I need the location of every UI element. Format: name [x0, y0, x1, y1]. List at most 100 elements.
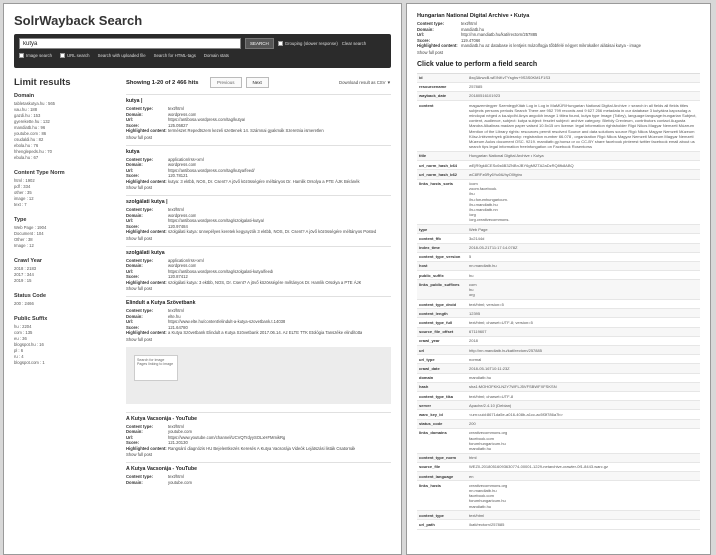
search-button[interactable]: SEARCH: [245, 38, 274, 49]
show-full-post-link[interactable]: Show full post: [126, 135, 391, 140]
field-row: server Apache/2.4.10 (Debian): [417, 401, 700, 411]
field-name: hash: [419, 384, 429, 390]
field-label: Highlighted content:: [417, 43, 458, 48]
facet-group: Domain tabletaskutya.hu : 565 vau.hu : 188…: [14, 93, 120, 161]
facet-value[interactable]: ebula.hu : 67: [14, 155, 120, 161]
facet-group: Public Suffix hu : 2204 com : 135 eu : 36 bl…: [14, 316, 120, 366]
field-value[interactable]: 2018-05-16T10:11:23Z: [467, 364, 512, 372]
field-value[interactable]: WEZ0-20180516093630774-00001-1229-netarc…: [467, 463, 610, 471]
field-value[interactable]: 8xq3ArwcB.wE/NKvTYsghs+9S3S0KM1F1S3: [467, 74, 552, 82]
field-value[interactable]: 2018: [467, 337, 480, 345]
field-value[interactable]: Web Page: [467, 225, 490, 233]
field-value[interactable]: 5: [467, 253, 473, 261]
field-value[interactable]: 3c2144d: [467, 234, 486, 242]
field-value[interactable]: 200: [467, 420, 478, 428]
image-search-checkbox[interactable]: Image search: [19, 53, 52, 58]
field-value[interactable]: 257885: [467, 83, 484, 91]
result-title[interactable]: szolgálati kutya: [126, 250, 391, 256]
field-value: szolgálati kutya: ünnepélyes keretek keg…: [168, 229, 377, 234]
field-value[interactable]: creativecommons.org nn.mandiatb.hu faceb…: [467, 481, 509, 510]
show-full-post-link[interactable]: Show full post: [126, 236, 391, 241]
field-value[interactable]: /com zoom.facebook. /hu /hu.forumhungari…: [467, 180, 511, 225]
previous-button[interactable]: Previous: [210, 77, 242, 88]
field-value[interactable]: Hungarian National Digital Archive • Kut…: [467, 152, 546, 160]
field-value[interactable]: creativecommons.org facebook.com forumhu…: [467, 429, 509, 453]
result-title[interactable]: szolgálati kutya |: [126, 199, 391, 205]
facet-value[interactable]: blogspot.com : 1: [14, 360, 120, 366]
result-item: Elindult a Kutya Szövetbank Content type:…: [126, 296, 391, 342]
facet-value[interactable]: 200 : 2466: [14, 301, 120, 307]
result-field: Highlighted content: természet Repedtszem…: [126, 128, 391, 134]
field-value[interactable]: en: [467, 472, 475, 480]
next-button[interactable]: Next: [245, 77, 269, 88]
result-count: Showing 1-20 of 2 466 hits: [126, 79, 199, 86]
result-title[interactable]: A Kutya Vacsorája - YouTube: [126, 466, 391, 472]
field-value[interactable]: sha1:MOHOFKKLN2Y7WFLJ5VFSBWFXFSKSN: [467, 383, 559, 391]
facet-title: Type: [14, 217, 27, 223]
search-input[interactable]: [19, 38, 241, 49]
field-row: content_ffb 3c2144d: [417, 234, 700, 244]
field-name: links_domains: [419, 430, 447, 436]
field-name: source_file_offset: [419, 329, 454, 335]
field-name: url_type: [419, 356, 435, 362]
field-value[interactable]: 67119607: [467, 328, 489, 336]
field-name: resourcename: [419, 84, 447, 90]
download-csv-link[interactable]: Download result as CSV ▼: [339, 80, 391, 85]
field-value[interactable]: text/html; charset=UTF-8: [467, 392, 515, 400]
field-value[interactable]: normal: [467, 355, 483, 363]
facet-value[interactable]: 2019 : 15: [14, 278, 120, 284]
field-value[interactable]: /kati/rectorn/257885: [467, 520, 506, 528]
field-value[interactable]: 12395: [467, 309, 482, 317]
field-row: source_file WEZ0-20180516093630774-00001-…: [417, 463, 700, 473]
html-tags-link[interactable]: Search for HTML-tags: [154, 53, 196, 58]
field-row: host nn.mandiatb.hu: [417, 261, 700, 272]
domain-stats-link[interactable]: Domain stats: [204, 53, 229, 58]
field-value[interactable]: <urn:uuid:8671da5e-a016-408b-a1cc-ac5f3f…: [467, 410, 565, 418]
image-result-area: Search for image Pages linking to image: [126, 346, 391, 404]
field-value[interactable]: 2018-05-21T11:17:14.078Z: [467, 244, 519, 252]
field-value[interactable]: magazemlegyer SzemlegyKitáb Log in Log i…: [467, 101, 700, 151]
grouping-checkbox[interactable]: Grouping (slower response): [277, 41, 338, 46]
field-value[interactable]: mandiatb.hu: [467, 374, 493, 382]
field-value[interactable]: com hu org: [467, 280, 479, 299]
fields-table: id 8xq3ArwcB.wE/NKvTYsghs+9S3S0KM1F1S3 res…: [417, 72, 700, 530]
clear-search-link[interactable]: Clear search: [342, 41, 366, 46]
field-value[interactable]: text/html; version=5: [467, 300, 506, 308]
field-value[interactable]: 20180516101923: [467, 92, 502, 100]
field-value[interactable]: hu: [467, 271, 475, 279]
field-name: content_type_version: [419, 254, 461, 260]
hide-full-post-link[interactable]: Show full post: [417, 50, 700, 55]
result-title[interactable]: A Kutya Vacsorája - YouTube: [126, 416, 391, 422]
facet-value[interactable]: Image : 12: [14, 243, 120, 249]
result-title[interactable]: kutya |: [126, 98, 391, 104]
image-card[interactable]: Search for image Pages linking to image: [134, 354, 178, 381]
uploaded-file-link[interactable]: Search with uploaded file: [98, 53, 146, 58]
field-row: url_path/kati/rectorn/257885: [417, 520, 700, 530]
show-full-post-link[interactable]: Show full post: [126, 337, 391, 342]
field-name: id: [419, 75, 423, 80]
url-search-checkbox[interactable]: URL search: [60, 53, 90, 58]
result-title[interactable]: kutya: [126, 149, 391, 155]
show-full-post-link[interactable]: Show full post: [126, 286, 391, 291]
result-field: Highlighted content: szolgálati kutya: 3 …: [126, 280, 391, 286]
checkbox-icon: [277, 41, 283, 46]
result-title[interactable]: Elindult a Kutya Szövetbank: [126, 300, 391, 306]
field-value[interactable]: http://nn.mandiatb.hu/kati/rectorn/25788…: [467, 346, 544, 354]
field-value: youtube.com: [168, 479, 192, 485]
field-value[interactable]: text/html: [467, 511, 486, 519]
image-card-pages[interactable]: Pages linking to image: [137, 362, 175, 367]
field-value[interactable]: html: [467, 454, 479, 462]
result-item: A Kutya Vacsorája - YouTube Content type:…: [126, 411, 391, 457]
field-value[interactable]: text/html; charset=UTF-8; version=5: [467, 318, 535, 326]
field-value[interactable]: Apache/2.4.10 (Debian): [467, 401, 513, 409]
result-item: A Kutya Vacsorája - YouTube Content type:…: [126, 462, 391, 485]
field-value[interactable]: wEjR9gk8CESc6s6B3ZNBnJBY6gMfZTA2aDzRQ8fk…: [467, 161, 576, 169]
show-full-post-link[interactable]: Show full post: [126, 452, 391, 457]
facet-value[interactable]: text : 7: [14, 202, 120, 208]
field-name: crawl_date: [419, 365, 440, 371]
field-value[interactable]: nn.mandiatb.hu: [467, 262, 499, 270]
result-item: szolgálati kutya Content type: application…: [126, 245, 391, 291]
field-value[interactable]: wC8RFz6Ry6Yu6tUhyO0fgtro: [467, 170, 524, 178]
show-full-post-link[interactable]: Show full post: [126, 185, 391, 190]
field-name: content_type: [419, 512, 444, 518]
